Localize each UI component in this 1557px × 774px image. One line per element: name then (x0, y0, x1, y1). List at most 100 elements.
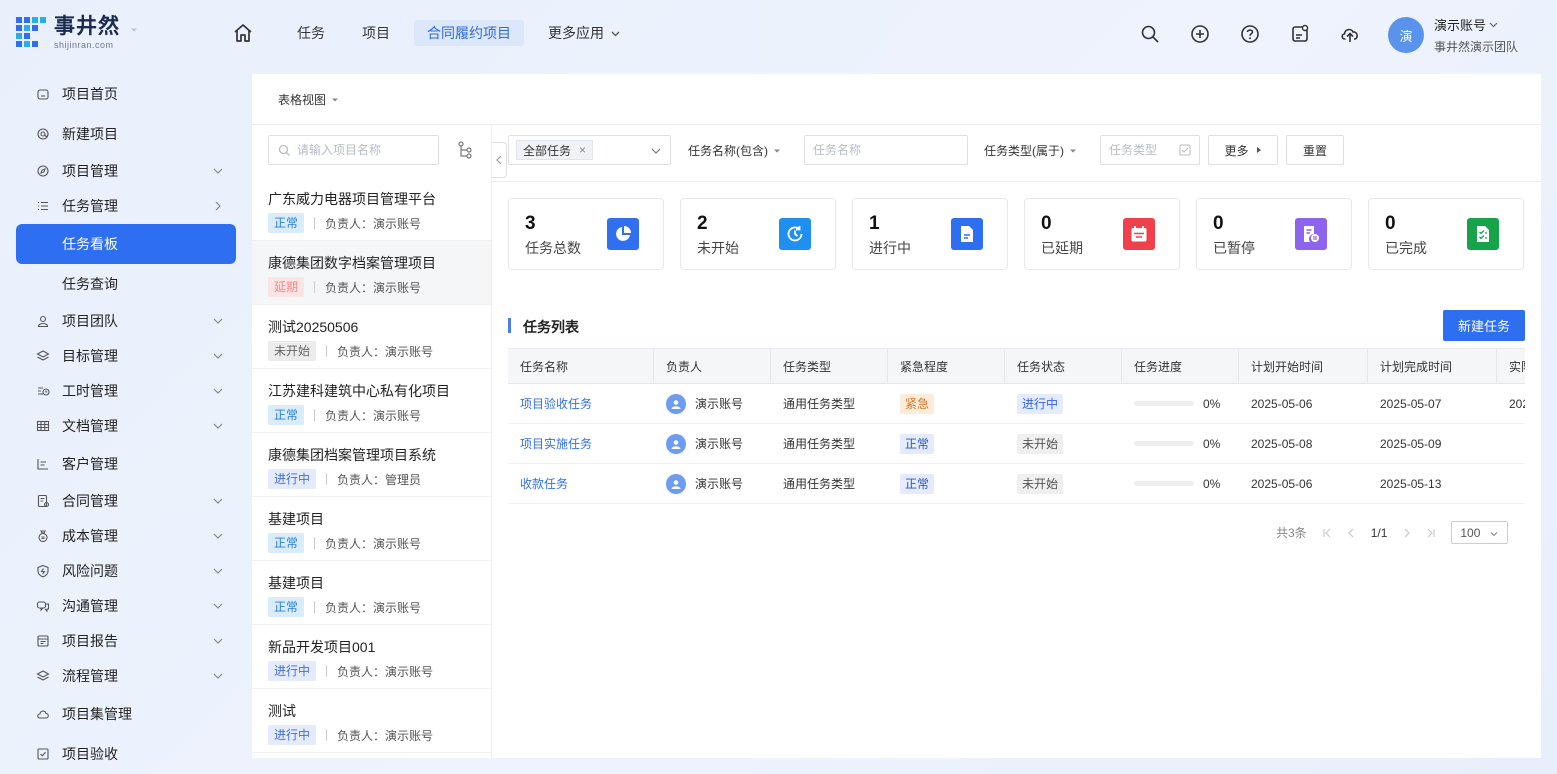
table-row[interactable]: 项目验收任务 演示账号 通用任务类型 紧急 进行中 0% 2025-05-06 2025-05… (508, 384, 1525, 424)
project-list-item[interactable]: 基建项目 正常 负责人：演示账号 (252, 561, 491, 625)
caret-down-icon[interactable] (129, 25, 139, 35)
sidebar-item[interactable]: 客户管理 (16, 444, 236, 484)
task-type-operator[interactable]: 任务类型(属于) (984, 142, 1077, 159)
nav-item-projects[interactable]: 项目 (349, 20, 403, 46)
project-list-item[interactable]: 测试 进行中 负责人：演示账号 (252, 689, 491, 753)
column-header[interactable]: 实际 (1497, 349, 1525, 383)
stat-count: 1 (869, 213, 880, 234)
stat-label: 任务总数 (525, 240, 581, 256)
sidebar-item[interactable]: 任务看板 (16, 224, 236, 264)
user-name-row: 演示账号 (1434, 15, 1518, 34)
sidebar-item[interactable]: 风险问题 (16, 551, 236, 591)
collapse-panel-button[interactable] (492, 142, 507, 178)
calendar-icon (1123, 218, 1155, 250)
divider (326, 473, 328, 485)
page-size-select[interactable]: 100 (1451, 521, 1509, 544)
sidebar-item[interactable]: 项目报告 (16, 621, 236, 661)
project-owner: 负责人：演示账号 (325, 216, 422, 231)
sidebar-item[interactable]: 任务管理 (16, 186, 236, 226)
project-search-input[interactable] (297, 143, 427, 157)
stat-label: 已完成 (1385, 240, 1427, 256)
task-name-link[interactable]: 项目实施任务 (520, 435, 592, 452)
new-task-button[interactable]: 新建任务 (1443, 310, 1525, 341)
stat-card[interactable]: 2 未开始 (680, 198, 836, 270)
project-list-item[interactable]: 康德集团档案管理项目系统 进行中 负责人：管理员 (252, 433, 491, 497)
cloud-upload-icon[interactable] (1338, 22, 1362, 46)
search-icon[interactable] (1138, 22, 1162, 46)
nav-item-tasks[interactable]: 任务 (284, 20, 338, 46)
project-list-item[interactable]: 广东威力电器项目管理平台 正常 负责人：演示账号 (252, 177, 491, 241)
logo[interactable]: 事井然 shijinran.com (16, 13, 120, 53)
project-list-item[interactable]: 江苏建科建筑中心私有化项目 正常 负责人：演示账号 (252, 369, 491, 433)
column-header[interactable]: 任务状态 (1005, 349, 1122, 383)
sidebar-item[interactable]: 沟通管理 (16, 586, 236, 626)
column-header[interactable]: 负责人 (654, 349, 771, 383)
stat-card[interactable]: 3 任务总数 (508, 198, 664, 270)
caret-right-icon (1256, 147, 1261, 153)
project-owner: 负责人：演示账号 (325, 600, 422, 615)
nav-item-contract-projects[interactable]: 合同履约项目 (414, 20, 524, 46)
add-circle-icon[interactable] (1188, 22, 1212, 46)
sidebar-item[interactable]: 项目管理 (16, 151, 236, 191)
stat-card[interactable]: 0 已完成 (1368, 198, 1524, 270)
home-icon[interactable] (232, 22, 254, 44)
project-owner: 负责人：演示账号 (325, 408, 422, 423)
sidebar-item[interactable]: 文档管理 (16, 406, 236, 446)
prev-page-icon[interactable] (1345, 527, 1357, 539)
stat-card[interactable]: 0 已延期 (1024, 198, 1180, 270)
task-scope-select[interactable]: 全部任务 × (508, 135, 671, 165)
status-badge: 进行中 (268, 469, 317, 489)
table-row[interactable]: 收款任务 演示账号 通用任务类型 正常 未开始 0% 2025-05-06 2025-05-1… (508, 464, 1525, 504)
shield-icon (36, 564, 50, 578)
help-icon[interactable] (1238, 22, 1262, 46)
first-page-icon[interactable] (1321, 527, 1333, 539)
check-doc-icon (1467, 218, 1499, 250)
reset-button[interactable]: 重置 (1286, 135, 1344, 165)
sidebar-item[interactable]: 新建项目 (16, 114, 236, 154)
notice-icon[interactable] (1288, 22, 1312, 46)
table-row[interactable]: 项目实施任务 演示账号 通用任务类型 正常 未开始 0% 2025-05-08 2025-05… (508, 424, 1525, 464)
project-list-item[interactable]: 新品开发项目001 进行中 负责人：演示账号 (252, 625, 491, 689)
sidebar-item[interactable]: 工时管理 (16, 371, 236, 411)
project-list-item[interactable]: 康德集团数字档案管理项目 延期 负责人：演示账号 (252, 241, 491, 305)
task-name-input[interactable]: 任务名称 (804, 135, 968, 165)
sidebar-item[interactable]: 成本管理 (16, 516, 236, 556)
sidebar-item[interactable]: 任务查询 (16, 264, 236, 304)
nav-more-apps[interactable]: 更多应用 (535, 20, 634, 46)
task-name-link[interactable]: 收款任务 (520, 475, 568, 492)
sidebar-item[interactable]: 项目首页 (16, 74, 236, 114)
plan-end-date: 2025-05-13 (1380, 476, 1442, 491)
home-outline-icon (36, 87, 50, 101)
user-avatar-icon (666, 473, 686, 494)
status-badge: 未开始 (1017, 433, 1064, 454)
task-name-operator[interactable]: 任务名称(包含) (688, 142, 781, 159)
sidebar-item[interactable]: 项目团队 (16, 301, 236, 341)
project-list-item[interactable]: 测试20250506 未开始 负责人：演示账号 (252, 305, 491, 369)
column-header[interactable]: 任务类型 (771, 349, 888, 383)
user-menu[interactable]: 演 演示账号 事井然演示团队 (1388, 15, 1518, 55)
sidebar-item[interactable]: 合同管理 (16, 481, 236, 521)
close-icon[interactable]: × (579, 143, 586, 157)
project-list-item[interactable]: 基建项目 正常 负责人：演示账号 (252, 497, 491, 561)
column-header[interactable]: 任务名称 (508, 349, 654, 383)
column-header[interactable]: 计划开始时间 (1239, 349, 1368, 383)
task-name-link[interactable]: 项目验收任务 (520, 395, 592, 412)
last-page-icon[interactable] (1425, 527, 1437, 539)
project-owner: 负责人：演示账号 (325, 536, 422, 551)
sidebar-item[interactable]: 流程管理 (16, 656, 236, 696)
more-filters-button[interactable]: 更多 (1208, 135, 1278, 165)
stat-card[interactable]: 0 已暂停 (1196, 198, 1352, 270)
sidebar-item[interactable]: 项目集管理 (16, 694, 236, 734)
stat-card[interactable]: 1 进行中 (852, 198, 1008, 270)
next-page-icon[interactable] (1401, 527, 1413, 539)
view-selector[interactable]: 表格视图 (278, 91, 339, 108)
sidebar-item[interactable]: 目标管理 (16, 336, 236, 376)
sidebar-item-label: 任务看板 (62, 236, 118, 252)
sidebar-item[interactable]: 项目验收 (16, 734, 236, 774)
project-owner: 负责人：演示账号 (337, 728, 434, 743)
column-header[interactable]: 紧急程度 (888, 349, 1005, 383)
column-header[interactable]: 任务进度 (1122, 349, 1239, 383)
tree-structure-icon[interactable] (455, 140, 475, 160)
column-header[interactable]: 计划完成时间 (1368, 349, 1497, 383)
task-type-select[interactable]: 任务类型 (1100, 135, 1200, 165)
